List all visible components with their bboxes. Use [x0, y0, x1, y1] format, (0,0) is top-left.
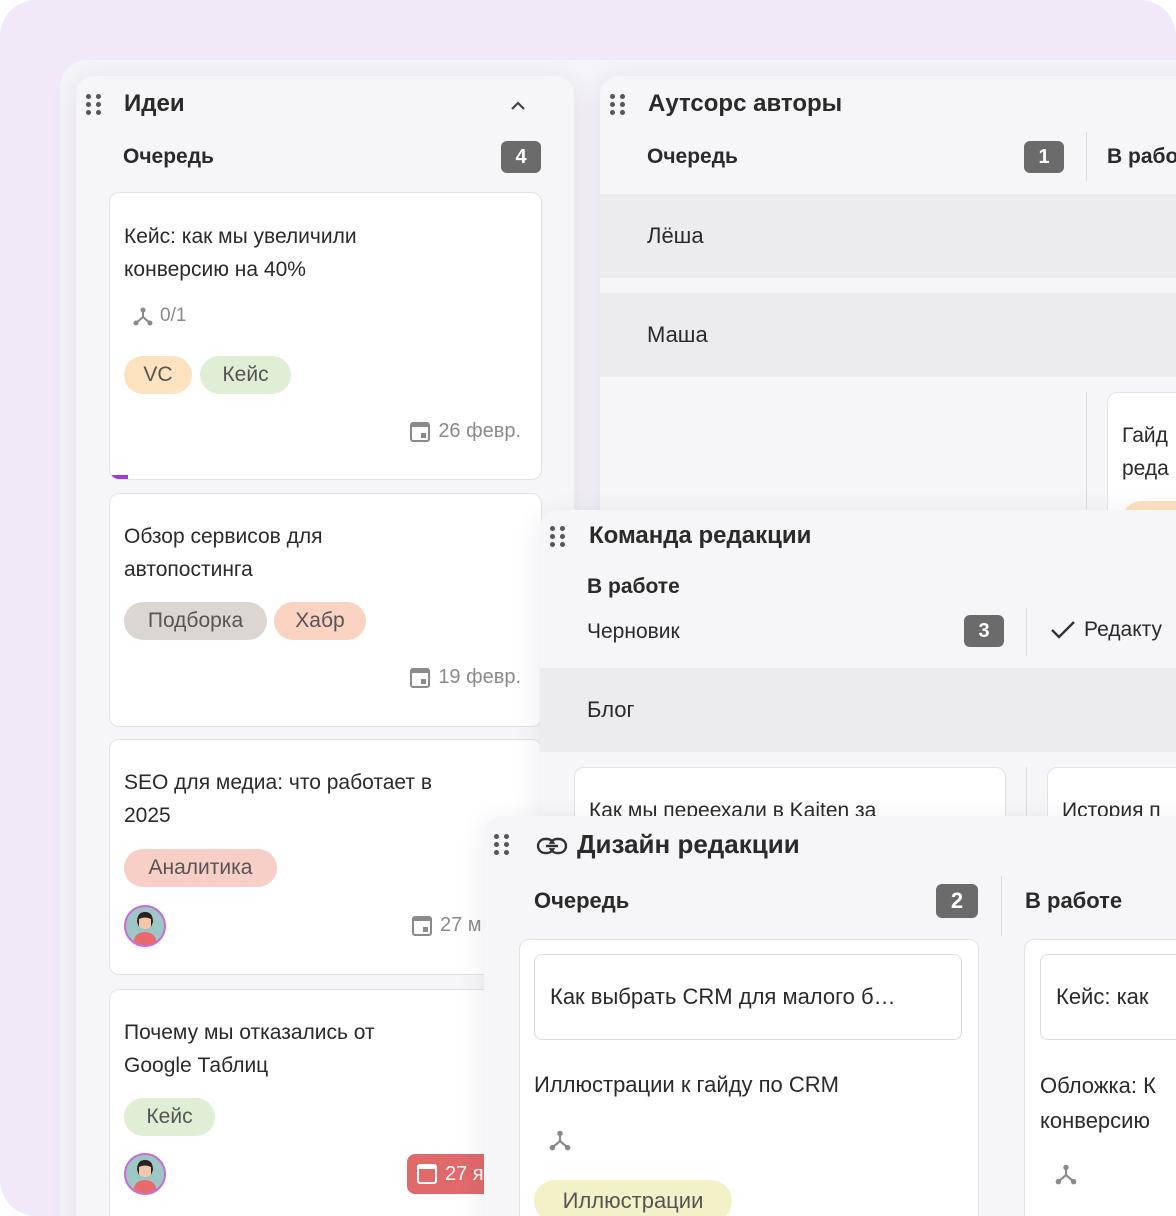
chevron-up-icon[interactable]	[508, 96, 528, 116]
app-frame: Идеи Очередь 4 Кейс: как мы увеличили ко…	[0, 0, 1176, 1216]
panel-design: Дизайн редакции Очередь 2 В работе Как в…	[484, 816, 1176, 1216]
calendar-icon	[410, 667, 431, 688]
tag-case: Кейс	[200, 356, 291, 394]
linked-card-title: Кейс: как	[1056, 984, 1149, 1009]
drag-handle-icon[interactable]	[550, 526, 565, 548]
column-header: Очередь	[123, 145, 214, 168]
avatar[interactable]	[124, 1153, 166, 1195]
subtasks-indicator: 0/1	[132, 305, 186, 327]
card-title: Кейс: как мы увеличили конверсию на 40%	[124, 225, 357, 281]
panel-title: Дизайн редакции	[577, 829, 800, 859]
avatar-icon	[133, 1160, 157, 1193]
calendar-icon	[410, 421, 431, 442]
column-header-done: Редакту	[1050, 618, 1162, 642]
column-divider	[1086, 132, 1087, 182]
column-count-badge: 1	[1024, 141, 1064, 173]
due-date: 19 февр.	[410, 666, 521, 689]
card-title: SEO для медиа: что работает в 2025	[124, 771, 432, 827]
card[interactable]: Кейс: как мы увеличили конверсию на 40% …	[109, 192, 542, 480]
panel-title: Команда редакции	[589, 522, 812, 549]
column-header: Черновик	[587, 620, 680, 643]
checkmark-icon	[1051, 621, 1075, 639]
panel-title: Аутсорс авторы	[648, 90, 843, 117]
column-count-badge: 3	[964, 615, 1004, 647]
swimlane[interactable]: Маша	[600, 293, 1176, 377]
card-title: Почему мы отказались от Google Таблиц	[124, 1021, 375, 1077]
column-count-badge: 4	[501, 141, 541, 173]
card-title: Обзор сервисов для автопостинга	[124, 525, 323, 581]
card-title: Иллюстрации к гайду по CRM	[534, 1072, 839, 1097]
column-header: В рабо	[1107, 145, 1176, 168]
subtasks-icon	[549, 1130, 571, 1151]
avatar-icon	[133, 912, 157, 945]
subtasks-count: 0/1	[160, 305, 187, 326]
avatar[interactable]	[124, 905, 166, 947]
card-title: Обложка: К конверсию	[1040, 1073, 1156, 1133]
tag-analytics: Аналитика	[124, 849, 277, 887]
panel-title: Идеи	[124, 90, 185, 117]
column-header: Очередь	[647, 145, 738, 168]
linked-card-title: Как выбрать CRM для малого б…	[550, 984, 896, 1009]
card-accent	[110, 475, 128, 479]
swimlane-label: Лёша	[647, 223, 704, 248]
tag-selection: Подборка	[124, 602, 267, 640]
drag-handle-icon[interactable]	[86, 94, 101, 116]
linked-card[interactable]: Кейс: как	[1040, 954, 1176, 1040]
card[interactable]: Почему мы отказались от Google Таблиц Ке…	[109, 989, 542, 1216]
due-date-text: 27 я	[445, 1162, 484, 1185]
link-icon	[536, 837, 568, 855]
swimlane[interactable]: Лёша	[600, 194, 1176, 278]
card[interactable]: Кейс: как Обложка: К конверсию	[1024, 939, 1176, 1216]
card-title: Гайд реда	[1122, 424, 1169, 480]
linked-card[interactable]: Как выбрать CRM для малого б…	[534, 954, 962, 1040]
tag-illustrations: Иллюстрации	[534, 1180, 732, 1216]
swimlane[interactable]: Блог	[540, 668, 1176, 752]
swimlane-label: Маша	[647, 322, 708, 347]
column-group-header: В работе	[587, 575, 680, 598]
column-divider	[1001, 876, 1002, 936]
column-label: Редакту	[1084, 618, 1163, 641]
card[interactable]: Обзор сервисов для автопостинга Подборка…	[109, 493, 542, 727]
due-date: 27 м	[412, 914, 482, 937]
swimlane-label: Блог	[587, 697, 635, 722]
tag-case: Кейс	[124, 1098, 215, 1136]
column-header: Очередь	[534, 888, 630, 913]
tag-habr: Хабр	[274, 602, 366, 640]
column-header: В работе	[1025, 888, 1123, 913]
tag-vc: VC	[124, 356, 192, 394]
calendar-icon	[412, 915, 432, 936]
card[interactable]: Как выбрать CRM для малого б… Иллюстраци…	[519, 939, 979, 1216]
subtasks-icon	[1055, 1164, 1077, 1185]
column-count-badge: 2	[936, 884, 978, 918]
due-date-text: 27 м	[440, 914, 482, 936]
card[interactable]: SEO для медиа: что работает в 2025 Анали…	[109, 739, 542, 975]
column-divider	[1026, 608, 1027, 656]
calendar-icon	[417, 1164, 437, 1184]
due-date-text: 26 февр.	[438, 420, 521, 442]
drag-handle-icon[interactable]	[494, 834, 509, 856]
subtasks-icon	[133, 307, 153, 326]
due-date-text: 19 февр.	[438, 666, 521, 688]
due-date: 26 февр.	[410, 420, 521, 443]
drag-handle-icon[interactable]	[610, 94, 625, 116]
